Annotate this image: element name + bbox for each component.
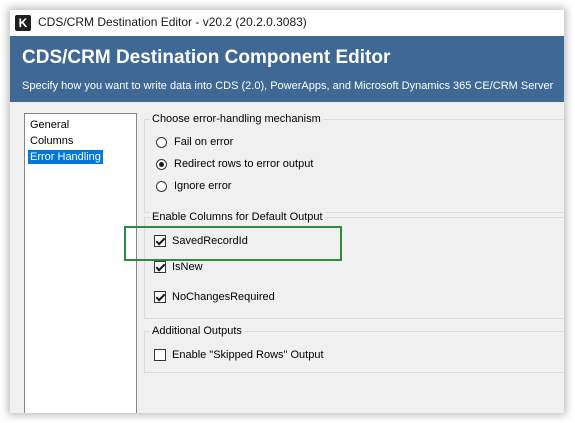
editor-window: K CDS/CRM Destination Editor - v20.2 (20… <box>10 10 564 413</box>
option-label: Redirect rows to error output <box>174 158 314 170</box>
additional-outputs-legend: Additional Outputs <box>150 325 244 338</box>
radio-icon[interactable] <box>156 180 167 192</box>
nav-list: General Columns Error Handling <box>24 113 137 413</box>
option-label: Ignore error <box>174 180 232 192</box>
title-bar: K CDS/CRM Destination Editor - v20.2 (20… <box>10 10 564 36</box>
checkbox-no-changes-required[interactable]: NoChangesRequired <box>154 289 275 305</box>
option-redirect-rows[interactable]: Redirect rows to error output <box>156 156 313 172</box>
option-label: Fail on error <box>174 136 234 148</box>
annotation-highlight-box <box>124 226 342 261</box>
checkbox-is-new[interactable]: IsNew <box>154 259 203 275</box>
nav-item-error-handling[interactable]: Error Handling <box>28 150 103 164</box>
checkbox-unchecked-icon[interactable] <box>154 349 166 361</box>
option-fail-on-error[interactable]: Fail on error <box>156 134 233 150</box>
checkbox-checked-icon[interactable] <box>154 291 166 303</box>
option-ignore-error[interactable]: Ignore error <box>156 178 231 194</box>
app-icon: K <box>15 15 31 31</box>
radio-selected-icon[interactable] <box>156 158 167 170</box>
nav-item-columns[interactable]: Columns <box>28 134 75 148</box>
checkbox-checked-icon[interactable] <box>154 261 166 273</box>
checkbox-enable-skipped-rows[interactable]: Enable "Skipped Rows" Output <box>154 347 324 363</box>
error-handling-legend: Choose error-handling mechanism <box>150 113 323 126</box>
header-title: CDS/CRM Destination Component Editor <box>22 47 391 68</box>
checkbox-label: NoChangesRequired <box>172 291 275 303</box>
header-subtitle: Specify how you want to write data into … <box>22 80 554 92</box>
window-title: CDS/CRM Destination Editor - v20.2 (20.2… <box>38 15 307 29</box>
checkbox-label: Enable "Skipped Rows" Output <box>172 349 324 361</box>
default-output-legend: Enable Columns for Default Output <box>150 211 325 224</box>
header-banner: CDS/CRM Destination Component Editor Spe… <box>10 36 564 102</box>
checkbox-label: IsNew <box>172 261 203 273</box>
radio-icon[interactable] <box>156 136 167 148</box>
nav-item-general[interactable]: General <box>28 118 71 132</box>
